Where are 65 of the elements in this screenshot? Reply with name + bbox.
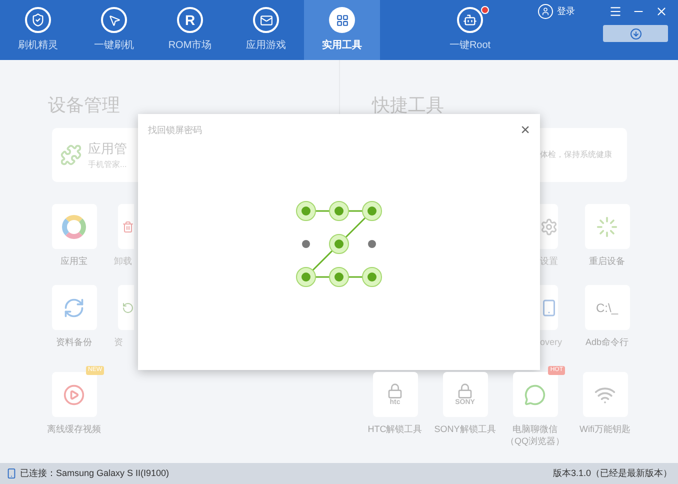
tool-tile[interactable]: C:\_ xyxy=(584,285,630,330)
tile-label: 资料备份 xyxy=(56,336,92,348)
tile-label: 设置 xyxy=(540,255,558,267)
pattern-dot[interactable] xyxy=(296,201,316,221)
nav-tab[interactable]: 实用工具 xyxy=(304,0,380,60)
phone-icon xyxy=(6,468,17,479)
tile-label: 电脑聊微信 xyxy=(512,423,558,435)
version-text: 版本3.1.0（已经是最新版本） xyxy=(552,466,672,480)
menu-icon[interactable] xyxy=(609,5,622,18)
pattern-dot[interactable] xyxy=(329,201,349,221)
tool-tile[interactable] xyxy=(540,204,558,249)
tool-tile[interactable] xyxy=(52,285,96,330)
pattern-dot[interactable] xyxy=(362,201,382,221)
pattern-dot[interactable] xyxy=(368,240,376,248)
tile-label: HTC解锁工具 xyxy=(368,423,422,435)
cmd-glyph: C:\_ xyxy=(596,300,618,316)
nav-tab[interactable]: R ROM市场 xyxy=(152,0,228,60)
tile-label: Wifi万能钥匙 xyxy=(580,423,630,435)
card-subtitle: 体检，保持系统健康 xyxy=(540,149,612,161)
pattern-dot[interactable] xyxy=(329,234,349,254)
download-icon xyxy=(630,28,642,40)
nav-tab[interactable]: 一键Root xyxy=(420,0,520,60)
pattern-dot[interactable] xyxy=(329,267,349,287)
avatar-icon xyxy=(538,4,553,19)
shield-icon xyxy=(25,7,51,33)
tile-label: Adb命令行 xyxy=(585,336,628,348)
mail-icon xyxy=(253,7,279,33)
close-icon[interactable] xyxy=(655,5,668,18)
login-button[interactable]: 登录 xyxy=(538,4,575,19)
card-title: 应用管 xyxy=(88,140,127,158)
sync-icon xyxy=(63,296,85,318)
nav-tab[interactable]: 刷机精灵 xyxy=(0,0,76,60)
spinner-icon xyxy=(596,216,618,238)
chat-icon xyxy=(524,384,546,406)
tile-label: 应用宝 xyxy=(60,255,88,267)
tile-label: SONY解锁工具 xyxy=(434,423,496,435)
pattern-dot[interactable] xyxy=(362,267,382,287)
tile-label: 重启设备 xyxy=(589,255,625,267)
connection-status: 已连接：Samsung Galaxy S II(I9100) xyxy=(20,466,170,480)
nav-tab[interactable]: 应用游戏 xyxy=(228,0,304,60)
pattern-dot[interactable] xyxy=(296,267,316,287)
tool-tile[interactable] xyxy=(118,204,134,249)
tool-tile[interactable] xyxy=(52,372,96,417)
letter-icon: R xyxy=(177,7,203,33)
cursor-icon xyxy=(101,7,127,33)
tool-tile[interactable] xyxy=(118,285,134,330)
tile-label: 卸载 xyxy=(114,255,133,267)
tool-tile[interactable] xyxy=(512,372,558,417)
tile-label: 资 xyxy=(114,336,124,348)
nav-tab[interactable]: 一键刷机 xyxy=(76,0,152,60)
puzzle-icon xyxy=(60,144,82,166)
tile-label: overy xyxy=(540,336,562,348)
grid-icon xyxy=(329,7,355,33)
pattern-dot[interactable] xyxy=(302,240,310,248)
tool-tile[interactable] xyxy=(540,285,558,330)
tool-tile[interactable] xyxy=(582,372,628,417)
tool-tile[interactable] xyxy=(584,204,630,249)
tool-tile[interactable] xyxy=(52,204,96,249)
tile-label: 离线缓存视频 xyxy=(47,423,101,435)
download-button[interactable] xyxy=(603,25,668,42)
video-icon xyxy=(63,384,85,406)
close-button[interactable]: × xyxy=(520,124,530,138)
tile-sublabel: （QQ浏览器） xyxy=(505,435,564,447)
robot-icon xyxy=(457,7,483,33)
dialog-title: 找回锁屏密码 xyxy=(148,124,202,137)
